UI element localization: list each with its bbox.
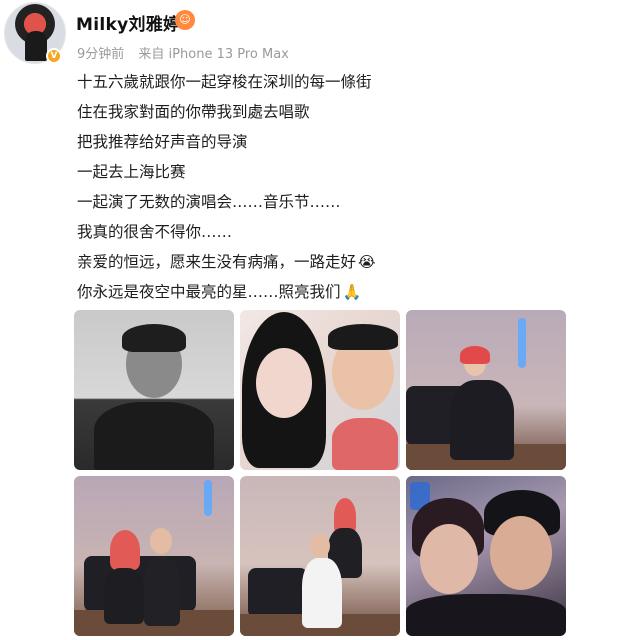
photo-person-body xyxy=(406,594,566,636)
verified-badge-icon: V xyxy=(46,48,62,64)
photo-light xyxy=(204,480,212,516)
post-line: 住在我家對面的你帶我到處去唱歌 xyxy=(77,103,310,121)
photo-couch xyxy=(248,568,308,618)
post-line-text: 你永远是夜空中最亮的星……照亮我们 xyxy=(77,283,341,301)
post-line: 亲爱的恒远，愿来生没有病痛，一路走好 😭 xyxy=(77,247,597,277)
post-line: 一起演了无数的演唱会……音乐节…… xyxy=(77,193,341,211)
post-source[interactable]: 来自 iPhone 13 Pro Max xyxy=(138,47,288,62)
weibo-post: V Milky刘雅婷 ☺ 9分钟前 来自 iPhone 13 Pro Max 十… xyxy=(0,0,622,640)
photo-hair xyxy=(122,324,186,352)
photo-hair xyxy=(328,324,398,350)
photo-person-body xyxy=(450,380,514,460)
photo-hair xyxy=(110,530,140,570)
photo-1[interactable] xyxy=(74,310,234,470)
photo-person xyxy=(420,524,478,594)
photo-person-body xyxy=(302,558,342,628)
photo-4[interactable] xyxy=(74,476,234,636)
post-line: 我真的很舍不得你…… xyxy=(77,223,233,241)
level-emoji-icon: ☺ xyxy=(175,10,195,30)
post-line: 十五六歲就跟你一起穿梭在深圳的每一條街 xyxy=(77,73,372,91)
photo-person xyxy=(310,534,330,558)
photo-light xyxy=(518,318,526,368)
photo-person xyxy=(256,348,312,418)
post-line: 把我推荐给好声音的导演 xyxy=(77,133,248,151)
photo-shirt xyxy=(332,418,398,470)
photo-3[interactable] xyxy=(406,310,566,470)
post-content: 十五六歲就跟你一起穿梭在深圳的每一條街 住在我家對面的你帶我到處去唱歌 把我推荐… xyxy=(77,67,597,307)
photo-person-body xyxy=(104,568,144,624)
avatar-figure xyxy=(25,31,47,61)
pray-emoji-icon: 🙏 xyxy=(342,283,362,301)
photo-person xyxy=(150,528,172,554)
photo-person xyxy=(490,516,552,590)
post-meta: 9分钟前 来自 iPhone 13 Pro Max xyxy=(77,43,289,62)
time-ago: 9分钟前 xyxy=(77,47,125,62)
username[interactable]: Milky刘雅婷 xyxy=(76,10,180,35)
post-line: 一起去上海比赛 xyxy=(77,163,186,181)
photo-6[interactable] xyxy=(406,476,566,636)
post-line: 你永远是夜空中最亮的星……照亮我们 🙏 xyxy=(77,277,597,307)
photo-5[interactable] xyxy=(240,476,400,636)
photo-2[interactable] xyxy=(240,310,400,470)
photo-person-body xyxy=(144,556,180,626)
photo-jacket xyxy=(94,402,214,470)
photo-hair xyxy=(460,346,490,364)
crying-emoji-icon: 😭 xyxy=(358,253,376,271)
post-line-text: 亲爱的恒远，愿来生没有病痛，一路走好 xyxy=(77,253,357,271)
